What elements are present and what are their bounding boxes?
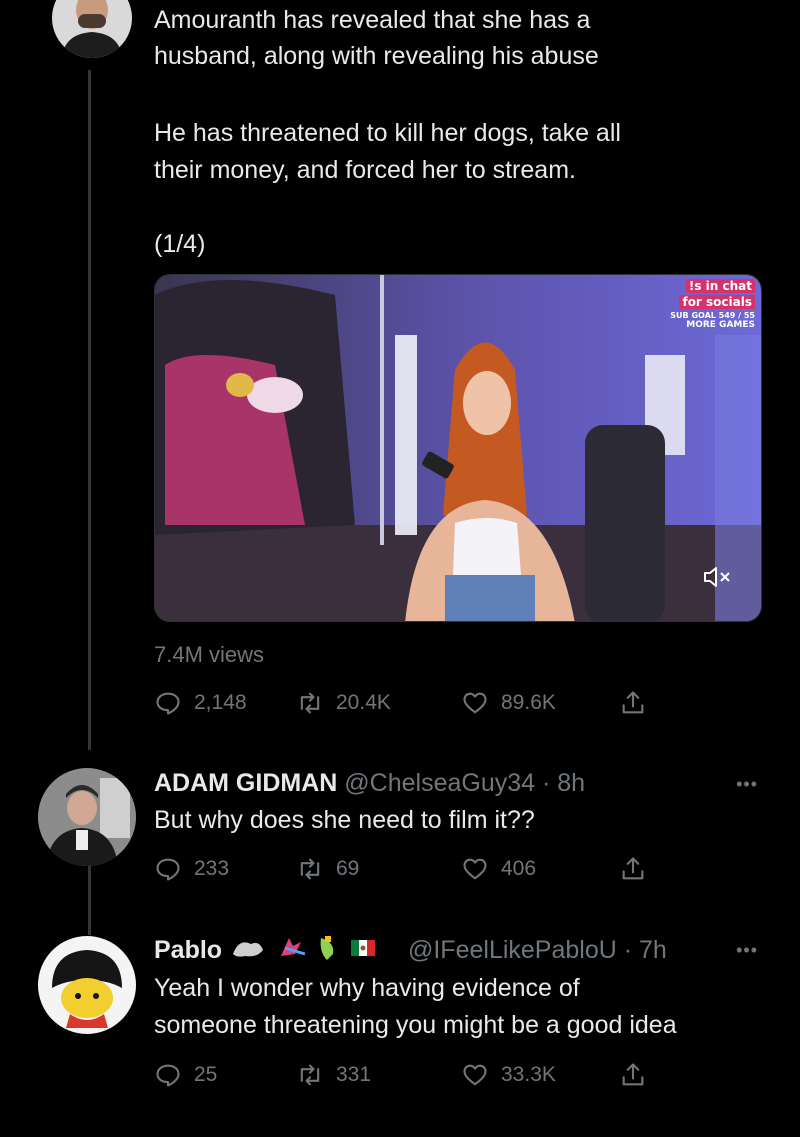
reply-text-line: Yeah I wonder why having evidence of: [154, 974, 580, 1002]
thread-line-top: [88, 70, 91, 750]
pablo-avatar[interactable]: [38, 936, 136, 1034]
retweet-icon: [300, 692, 320, 714]
like-button[interactable]: 33.3K: [461, 1061, 619, 1089]
like-count: 33.3K: [501, 1063, 556, 1086]
reply2-actions: 25 331 33.3K: [154, 1058, 659, 1092]
share-button[interactable]: [619, 689, 659, 717]
more-icon[interactable]: •••: [736, 774, 758, 795]
share-icon: [622, 857, 644, 880]
reply1-actions: 233 69 406: [154, 852, 659, 886]
like-icon: [463, 692, 487, 714]
thread-line-middle: [88, 865, 91, 935]
overlay-chat-label: !s in chat: [685, 279, 755, 293]
retweet-button[interactable]: 20.4K: [296, 689, 461, 717]
main-author-avatar[interactable]: [52, 0, 132, 58]
reply-icon: [156, 1064, 180, 1087]
reply-text-line: someone threatening you might be a good …: [154, 1011, 677, 1039]
tweet-text-line: He has threatened to kill her dogs, take…: [154, 119, 621, 147]
author-name[interactable]: Pablo: [154, 936, 222, 964]
reply-count: 2,148: [194, 691, 247, 714]
name-emojis: [229, 932, 401, 971]
reply-button[interactable]: 25: [154, 1061, 296, 1089]
share-button[interactable]: [619, 1061, 659, 1089]
reply-icon: [156, 858, 180, 881]
retweet-button[interactable]: 69: [296, 855, 461, 883]
reply-header: ADAM GIDMAN @ChelseaGuy34 · 8h: [154, 766, 585, 800]
author-handle-time[interactable]: @IFeelLikePabloU · 7h: [408, 936, 667, 964]
main-tweet-actions: 2,148 20.4K 89.6K: [154, 686, 659, 720]
overlay-sub-goal: SUB GOAL 549 / 55: [670, 311, 755, 320]
like-icon: [463, 858, 487, 880]
retweet-count: 69: [336, 857, 360, 880]
more-icon[interactable]: •••: [736, 940, 758, 961]
overlay-socials-label: for socials: [679, 295, 755, 309]
retweet-count: 331: [336, 1063, 372, 1086]
tweet-text-line: (1/4): [154, 230, 206, 258]
tweet-text-line: husband, along with revealing his abuse: [154, 42, 599, 70]
like-count: 406: [501, 857, 537, 880]
tweet-text-line: their money, and forced her to stream.: [154, 156, 576, 184]
reply-button[interactable]: 233: [154, 855, 296, 883]
reply-count: 233: [194, 857, 230, 880]
share-button[interactable]: [619, 855, 659, 883]
share-icon: [622, 1063, 644, 1086]
retweet-icon: [300, 1064, 320, 1086]
share-icon: [622, 691, 644, 714]
tweet-video[interactable]: !s in chat for socials SUB GOAL 549 / 55…: [154, 274, 762, 622]
tweet-text-line: Amouranth has revealed that she has a: [154, 6, 591, 34]
like-count: 89.6K: [501, 691, 556, 714]
retweet-icon: [300, 858, 320, 880]
reply-icon: [156, 692, 180, 715]
like-button[interactable]: 406: [461, 855, 619, 883]
author-name[interactable]: ADAM GIDMAN: [154, 769, 337, 797]
retweet-count: 20.4K: [336, 691, 391, 714]
stream-overlay: !s in chat for socials SUB GOAL 549 / 55…: [670, 277, 755, 330]
mute-icon[interactable]: [703, 565, 733, 589]
retweet-button[interactable]: 331: [296, 1061, 461, 1089]
reply-button[interactable]: 2,148: [154, 689, 296, 717]
overlay-more-games: MORE GAMES: [686, 320, 755, 330]
reply-header: Pablo @IFeelLikePabloU · 7h: [154, 932, 667, 971]
emoji-icons: [233, 936, 376, 960]
reply-text: But why does she need to film it??: [154, 806, 535, 834]
view-count: 7.4M views: [154, 642, 265, 667]
adam-gidman-avatar[interactable]: [38, 768, 136, 866]
like-button[interactable]: 89.6K: [461, 689, 619, 717]
author-handle-time[interactable]: @ChelseaGuy34 · 8h: [344, 769, 585, 797]
reply-count: 25: [194, 1063, 218, 1086]
like-icon: [463, 1064, 487, 1086]
